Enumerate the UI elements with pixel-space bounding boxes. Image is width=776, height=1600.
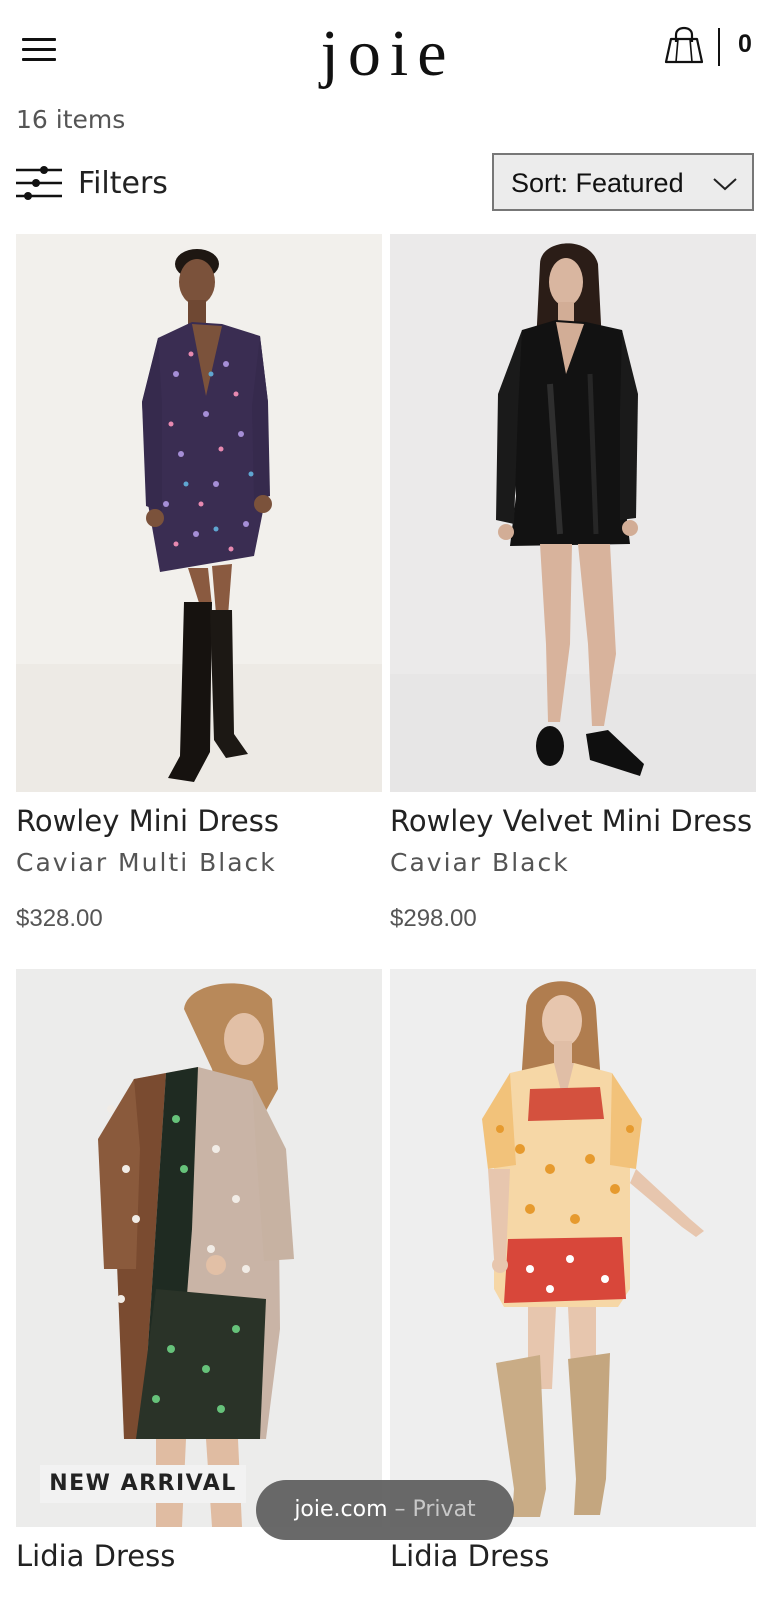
- url-host: joie.com: [294, 1497, 388, 1522]
- product-image[interactable]: [16, 969, 382, 1527]
- site-header: joie 0: [0, 0, 776, 100]
- filters-button[interactable]: Filters: [14, 160, 184, 206]
- product-color: Caviar Black: [390, 848, 570, 877]
- chevron-down-icon: [713, 178, 737, 191]
- cart-divider: [718, 28, 720, 66]
- product-image[interactable]: [390, 969, 756, 1527]
- product-card[interactable]: Rowley Velvet Mini Dress Caviar Black $2…: [390, 234, 756, 954]
- shopping-bag-icon[interactable]: [662, 26, 706, 66]
- brand-logo[interactable]: joie: [300, 14, 476, 94]
- product-image[interactable]: [390, 234, 756, 792]
- product-image[interactable]: [16, 234, 382, 792]
- item-count: 16 items: [16, 105, 126, 134]
- sort-dropdown[interactable]: Sort: Featured: [492, 153, 754, 211]
- product-card[interactable]: Rowley Mini Dress Caviar Multi Black $32…: [16, 234, 382, 954]
- sliders-icon: [16, 166, 62, 200]
- product-name[interactable]: Lidia Dress: [16, 1536, 175, 1576]
- product-name[interactable]: Lidia Dress: [390, 1536, 549, 1576]
- url-suffix: – Privat: [394, 1497, 476, 1522]
- filters-label: Filters: [78, 166, 168, 201]
- sort-label: Sort: Featured: [511, 168, 684, 198]
- hamburger-menu-icon[interactable]: [20, 34, 58, 66]
- browser-url-pill[interactable]: joie.com – Privat: [256, 1480, 514, 1540]
- product-price: $298.00: [390, 905, 477, 932]
- new-arrival-badge: NEW ARRIVAL: [40, 1465, 246, 1503]
- product-price: $328.00: [16, 905, 103, 932]
- cart-count-badge[interactable]: 0: [732, 28, 758, 60]
- product-name[interactable]: Rowley Velvet Mini Dress: [390, 801, 752, 841]
- product-name[interactable]: Rowley Mini Dress: [16, 801, 279, 841]
- product-color: Caviar Multi Black: [16, 848, 277, 877]
